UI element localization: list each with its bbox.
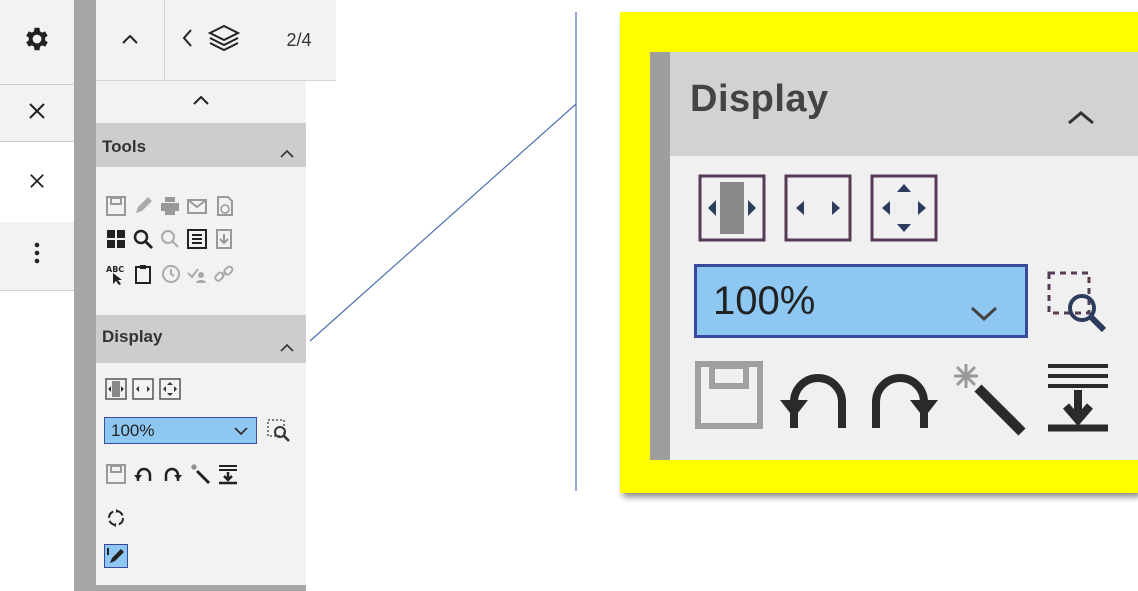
fit-width-icon (784, 174, 852, 247)
marquee-zoom-icon (1046, 270, 1112, 341)
chevron-down-icon (969, 289, 999, 334)
download-to-line-icon (1046, 362, 1110, 439)
magnified-zoom-value: 100% (713, 278, 816, 323)
magic-wand-icon (952, 362, 1026, 441)
magnified-zoom-select: 100% (694, 264, 1028, 338)
magnified-section-title: Display (690, 78, 829, 120)
chevron-up-icon (1066, 110, 1096, 131)
fit-height-icon (698, 174, 766, 247)
save-icon (694, 360, 764, 435)
undo-icon (780, 362, 856, 439)
magnified-rail (650, 52, 670, 460)
fit-page-icon (870, 174, 938, 247)
redo-icon (862, 362, 938, 439)
